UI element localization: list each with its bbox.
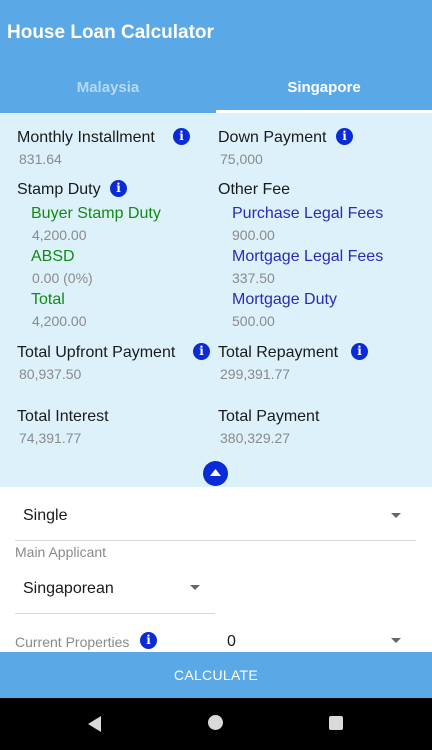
absd-label: ABSD xyxy=(31,248,75,265)
current-properties-label: Current Properties xyxy=(15,634,130,650)
absd-value: 0.00 (0%) xyxy=(32,270,93,286)
recent-apps-icon[interactable] xyxy=(329,716,343,730)
total-repayment-label: Total Repayment xyxy=(218,344,339,361)
monthly-installment-info-icon[interactable]: i xyxy=(173,128,190,145)
total-upfront-payment-info-icon[interactable]: i xyxy=(193,343,210,360)
total-repayment-value: 299,391.77 xyxy=(220,366,291,382)
monthly-installment-value: 831.64 xyxy=(19,151,62,167)
total-upfront-payment-label: Total Upfront Payment xyxy=(17,344,176,361)
dropdown-arrow-icon[interactable] xyxy=(190,585,200,590)
down-payment-value: 75,000 xyxy=(220,151,263,167)
current-properties-select[interactable]: 0 xyxy=(227,633,236,651)
calculate-button[interactable]: CALCULATE xyxy=(0,652,432,698)
down-payment-label: Down Payment xyxy=(218,129,327,146)
total-payment-value: 380,329.27 xyxy=(220,430,291,446)
total-repayment-info-icon[interactable]: i xyxy=(351,343,368,360)
back-icon[interactable] xyxy=(88,716,102,732)
purchase-legal-fees-label: Purchase Legal Fees xyxy=(232,205,384,222)
purchase-legal-fees-value: 900.00 xyxy=(232,227,275,243)
stamp-duty-label: Stamp Duty xyxy=(17,181,101,198)
main-applicant-select[interactable]: Singaporean xyxy=(23,580,114,598)
dropdown-arrow-icon[interactable] xyxy=(391,513,401,518)
home-icon[interactable] xyxy=(208,715,223,730)
buyer-stamp-duty-value: 4,200.00 xyxy=(32,227,87,243)
monthly-installment-label: Monthly Installment xyxy=(17,129,155,146)
tab-malaysia[interactable]: Malaysia xyxy=(0,64,216,113)
total-interest-value: 74,391.77 xyxy=(19,430,82,446)
mortgage-duty-value: 500.00 xyxy=(232,313,275,329)
main-applicant-underline xyxy=(15,613,215,614)
main-applicant-label: Main Applicant xyxy=(15,544,107,560)
app-title: House Loan Calculator xyxy=(7,22,214,43)
stamp-duty-total-label: Total xyxy=(31,291,65,308)
tab-singapore[interactable]: Singapore xyxy=(216,64,432,113)
loan-form: Single Main Applicant Singaporean Curren… xyxy=(0,487,432,652)
chevron-up-icon xyxy=(210,469,221,476)
total-payment-label: Total Payment xyxy=(218,408,320,425)
stamp-duty-info-icon[interactable]: i xyxy=(110,180,127,197)
total-interest-label: Total Interest xyxy=(17,408,109,425)
system-nav-bar xyxy=(0,698,432,750)
mortgage-legal-fees-label: Mortgage Legal Fees xyxy=(232,248,384,265)
down-payment-info-icon[interactable]: i xyxy=(336,128,353,145)
results-panel: Monthly Installment i 831.64 Down Paymen… xyxy=(0,113,432,487)
other-fee-label: Other Fee xyxy=(218,181,291,198)
mortgage-legal-fees-value: 337.50 xyxy=(232,270,275,286)
country-tabs: Malaysia Singapore xyxy=(0,64,432,113)
dropdown-arrow-icon[interactable] xyxy=(391,638,401,643)
app-bar: House Loan Calculator Malaysia Singapore xyxy=(0,0,432,113)
collapse-results-button[interactable] xyxy=(203,461,228,486)
applicant-type-select[interactable]: Single xyxy=(23,507,67,525)
mortgage-duty-label: Mortgage Duty xyxy=(232,291,337,308)
stamp-duty-total-value: 4,200.00 xyxy=(32,313,87,329)
total-upfront-payment-value: 80,937.50 xyxy=(19,366,82,382)
applicant-type-underline xyxy=(15,540,416,541)
buyer-stamp-duty-label: Buyer Stamp Duty xyxy=(31,205,161,222)
current-properties-info-icon[interactable]: i xyxy=(140,632,157,649)
